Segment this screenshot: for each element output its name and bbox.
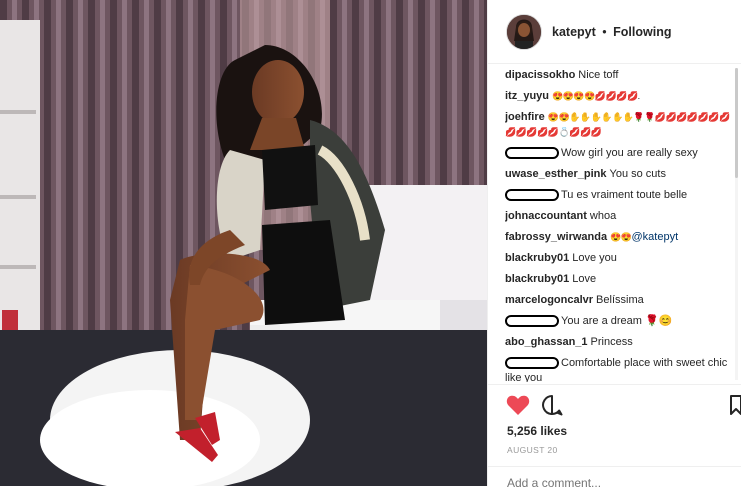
like-button[interactable]	[505, 392, 531, 418]
comment-username[interactable]: fabrossy_wirwanda	[505, 231, 607, 243]
mention-link[interactable]: @katepyt	[632, 231, 679, 243]
comment-row: fabrossy_wirwanda 😍😍@katepyt	[505, 230, 735, 245]
comment-button[interactable]	[539, 392, 565, 418]
action-bar	[505, 392, 741, 422]
comment-row: You are a dream 🌹😊	[505, 314, 735, 329]
comment-row: blackruby01 Love	[505, 272, 735, 287]
avatar[interactable]	[506, 13, 542, 50]
post-image	[0, 0, 487, 486]
comment-row: abo_ghassan_1 Princess	[505, 335, 735, 350]
comment-text: Tu es vraiment toute belle	[561, 189, 688, 201]
comment-username[interactable]: itz_yuyu	[505, 90, 549, 102]
comment-username[interactable]: blackruby01	[505, 252, 569, 264]
comment-row: joehfire 😍😍✋✋✋✋✋✋🌹🌹💋💋💋💋💋💋💋💋💋💋💋💋💍💋💋💋	[505, 110, 735, 140]
post-header: katepyt • Following	[488, 0, 741, 64]
following-button[interactable]: Following	[613, 25, 671, 39]
comment-text: Nice toff	[578, 69, 619, 81]
comment-row: Wow girl you are really sexy	[505, 146, 735, 161]
comment-text: You so cuts	[609, 168, 666, 180]
comment-row: uwase_esther_pink You so cuts	[505, 167, 735, 182]
header-separator: •	[602, 24, 607, 39]
comment-text: You are a dream 🌹😊	[561, 315, 673, 327]
bookmark-icon	[730, 395, 741, 415]
divider	[488, 384, 741, 385]
comment-row: marcelogoncalvr Belíssima	[505, 293, 735, 308]
post-date[interactable]: AUGUST 20	[507, 445, 558, 455]
redacted-username[interactable]	[505, 315, 559, 328]
comment-text: 😍😍	[610, 232, 632, 242]
heart-icon	[506, 395, 530, 415]
comments-scrollbar[interactable]	[734, 68, 739, 380]
post-sidebar: katepyt • Following dipacissokho Nice tof…	[487, 0, 741, 490]
likes-count[interactable]: 5,256 likes	[507, 424, 567, 438]
comment-row: Tu es vraiment toute belle	[505, 188, 735, 203]
comment-username[interactable]: abo_ghassan_1	[505, 336, 588, 348]
comment-username[interactable]: dipacissokho	[505, 69, 575, 81]
comment-row: dipacissokho Nice toff	[505, 68, 735, 83]
comment-text: Belíssima	[596, 294, 644, 306]
redacted-username[interactable]	[505, 147, 559, 160]
comment-icon	[542, 395, 563, 416]
divider	[488, 466, 741, 467]
comment-text: Princess	[590, 336, 633, 348]
post-username[interactable]: katepyt	[552, 25, 596, 39]
redacted-username[interactable]	[505, 189, 559, 202]
add-comment-input[interactable]	[507, 476, 727, 490]
comment-username[interactable]: marcelogoncalvr	[505, 294, 593, 306]
comment-username[interactable]: johnaccountant	[505, 210, 587, 222]
comment-row: itz_yuyu 😍😍😍😍💋💋💋💋.	[505, 89, 735, 104]
comment-text: Wow girl you are really sexy	[561, 147, 698, 159]
comment-username[interactable]: blackruby01	[505, 273, 569, 285]
post-photo[interactable]	[0, 0, 487, 486]
comment-row: blackruby01 Love you	[505, 251, 735, 266]
comment-text: Love	[572, 273, 597, 285]
comment-text: whoa	[589, 210, 617, 222]
comments-list[interactable]: dipacissokho Nice toff itz_yuyu 😍😍😍😍💋💋💋💋. jo…	[505, 64, 741, 382]
comment-text: Love you	[572, 252, 617, 264]
redacted-username[interactable]	[505, 357, 559, 370]
comment-row: Comfortable place with sweet chic like y…	[505, 356, 735, 382]
comment-text: 😍😍😍😍💋💋💋💋.	[552, 91, 640, 101]
save-button[interactable]	[729, 392, 741, 418]
comment-username[interactable]: uwase_esther_pink	[505, 168, 607, 180]
comment-row: johnaccountant whoa	[505, 209, 735, 224]
comment-username[interactable]: joehfire	[505, 111, 545, 123]
